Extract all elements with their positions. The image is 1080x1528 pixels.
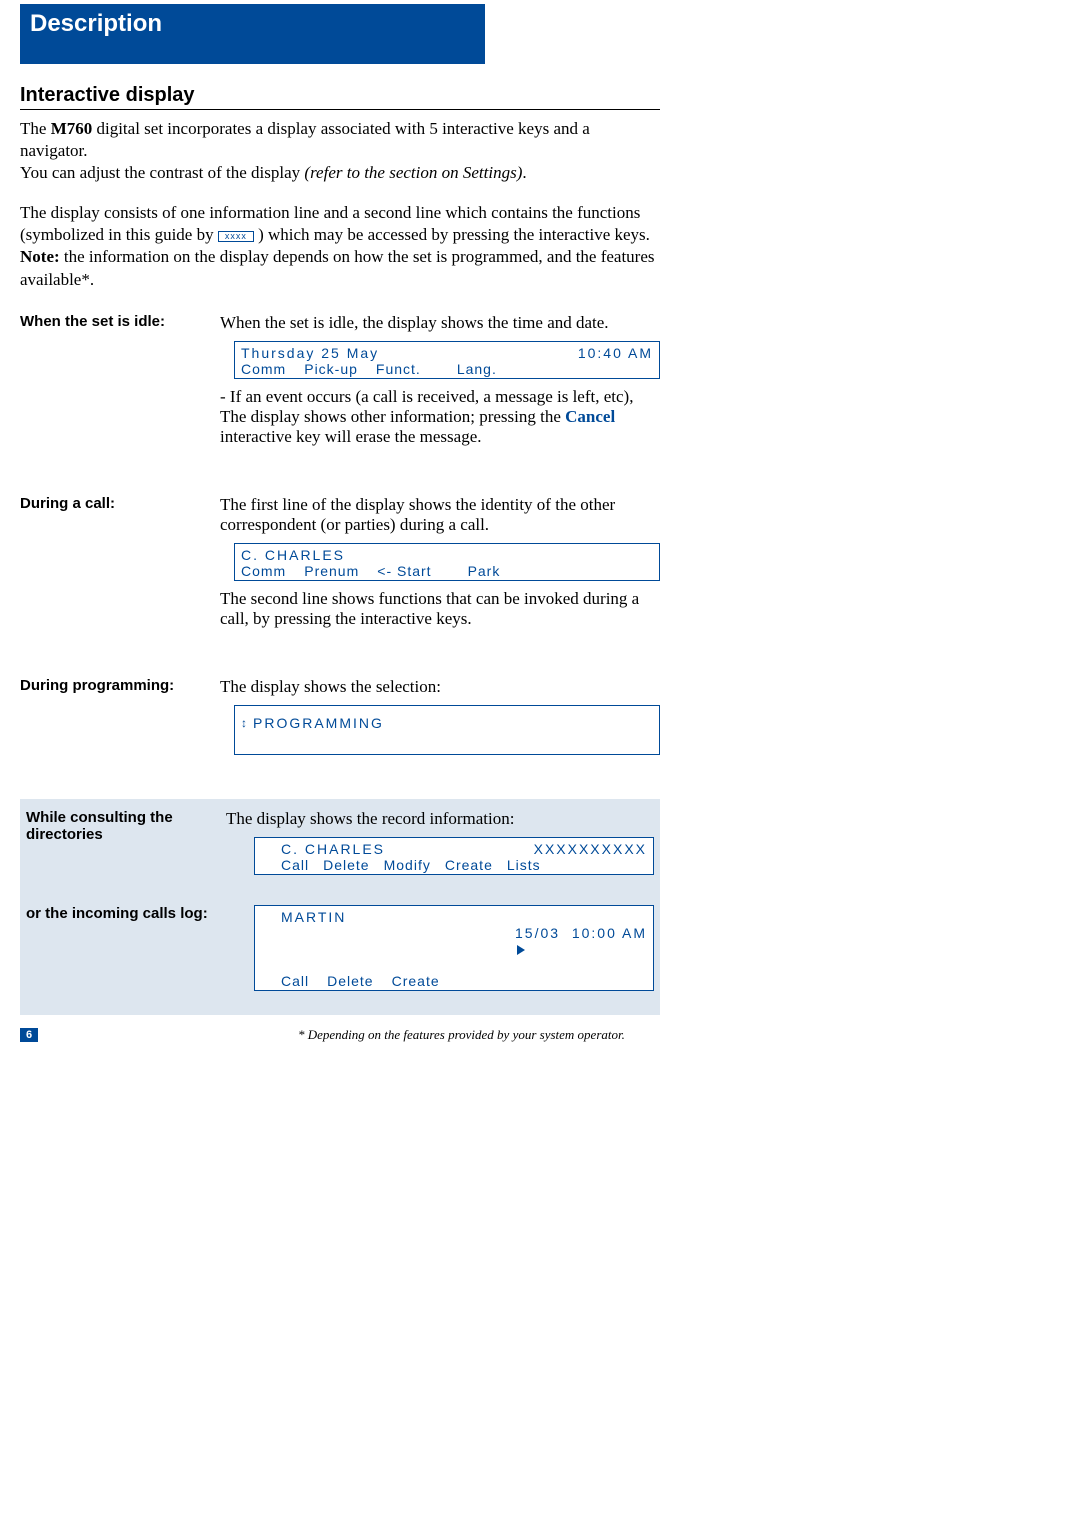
footnote: * Depending on the features provided by … [298,1027,625,1043]
lcd-idle: Thursday 25 May 10:40 AM Comm Pick-up Fu… [234,341,660,379]
lcd-directory: C. CHARLES XXXXXXXXXX Call Delete Modify… [254,837,654,875]
lcd-call: C. CHARLES Comm Prenum <- Start Park [234,543,660,581]
softkey-start: <- Start [377,563,431,579]
section-tab: Description [20,4,485,64]
softkey-delete: Delete [323,857,369,873]
softkey-symbol: xxxx [218,231,254,243]
softkey-lang: Lang. [457,361,497,377]
prog-desc: The display shows the selection: [220,677,660,697]
idle-after: - If an event occurs (a call is received… [220,387,660,447]
softkey-create: Create [392,973,440,989]
highlight-group: While consulting the directories The dis… [20,799,660,1015]
page-number: 6 [20,1028,38,1042]
lcd-log-name: MARTIN [281,909,346,973]
settings-reference: (refer to the section on Settings) [304,163,522,182]
lcd-call-log: MARTIN 15/03 10:00 AM Call Delete Create [254,905,654,991]
cancel-keyword: Cancel [565,407,615,426]
softkey-pickup: Pick-up [304,361,358,377]
softkey-funct: Funct. [376,361,421,377]
softkey-call: Call [281,857,309,873]
lcd-time: 10:40 AM [578,345,653,361]
dir-label: While consulting the directories [26,809,226,843]
idle-label: When the set is idle: [20,313,220,330]
lcd-log-time: 10:00 AM [572,925,647,941]
intro-paragraph-2: The display consists of one information … [20,202,660,290]
softkey-delete: Delete [327,973,373,989]
lcd-dir-number: XXXXXXXXXX [534,841,647,857]
lcd-programming: ↕ PROGRAMMING [234,705,660,755]
prog-label: During programming: [20,677,220,694]
softkey-comm: Comm [241,361,286,377]
updown-icon: ↕ [241,716,249,730]
softkey-call: Call [281,973,309,989]
arrow-right-icon [517,945,525,955]
call-desc: The first line of the display shows the … [220,495,660,535]
section-title: Interactive display [20,84,660,110]
call-label: During a call: [20,495,220,512]
model-name: M760 [51,119,93,138]
call-after: The second line shows functions that can… [220,589,660,629]
lcd-dir-name: C. CHARLES [281,841,385,857]
lcd-log-date: 15/03 [515,925,560,941]
softkey-park: Park [468,563,501,579]
softkey-lists: Lists [507,857,541,873]
softkey-modify: Modify [384,857,431,873]
dir-desc: The display shows the record information… [226,809,654,829]
softkey-create: Create [445,857,493,873]
softkey-comm: Comm [241,563,286,579]
lcd-caller-name: C. CHARLES [241,547,345,563]
lcd-programming-text: PROGRAMMING [253,715,384,731]
log-label: or the incoming calls log: [26,905,276,922]
tab-title: Description [30,10,162,37]
note-label: Note: [20,247,60,266]
softkey-prenum: Prenum [304,563,359,579]
intro-paragraph-1: The M760 digital set incorporates a disp… [20,118,660,184]
idle-desc: When the set is idle, the display shows … [220,313,660,333]
lcd-date: Thursday 25 May [241,345,379,361]
